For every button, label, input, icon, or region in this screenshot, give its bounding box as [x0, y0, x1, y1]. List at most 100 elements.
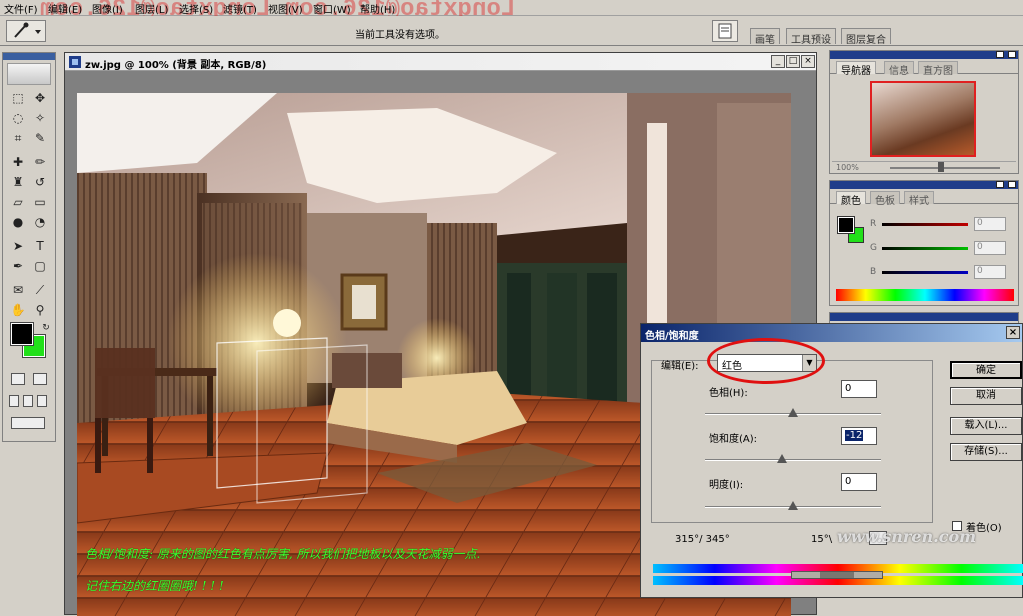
screen-mode-full-menu-button[interactable] — [23, 395, 33, 407]
layers-panel-titlebar[interactable] — [830, 313, 1018, 321]
minimize-button[interactable]: _ — [771, 55, 785, 68]
eyedropper-tool-icon[interactable]: ⟋ — [31, 281, 49, 299]
palette-well-button[interactable] — [712, 20, 738, 42]
foreground-color-swatch[interactable] — [10, 322, 34, 346]
document-titlebar[interactable]: zw.jpg @ 100% (背景 副本, RGB/8) _ □ × — [65, 53, 816, 71]
lightness-input[interactable]: 0 — [841, 473, 877, 491]
navigator-zoom-thumb[interactable] — [938, 162, 944, 172]
standard-mode-button[interactable] — [11, 373, 25, 385]
color-range-bar[interactable] — [791, 571, 883, 579]
tab-brushes[interactable]: 画笔 — [750, 28, 780, 46]
pen-icon[interactable]: ✒ — [9, 257, 27, 275]
swap-colors-icon[interactable]: ↻ — [37, 319, 55, 337]
color-range-center[interactable] — [820, 572, 854, 578]
clone-stamp-icon[interactable]: ♜ — [9, 173, 27, 191]
menu-window[interactable]: 窗口(W) — [313, 1, 351, 16]
chevron-down-icon[interactable]: ▼ — [802, 355, 816, 371]
tab-navigator[interactable]: 导航器 — [836, 61, 876, 77]
screen-mode-standard-button[interactable] — [9, 395, 19, 407]
brush-icon[interactable]: ✏ — [31, 153, 49, 171]
hue-slider[interactable] — [705, 408, 881, 417]
toolbox-titlebar — [3, 53, 55, 60]
dialog-close-button[interactable]: × — [1006, 326, 1020, 339]
red-channel-slider[interactable] — [882, 223, 968, 226]
tab-color[interactable]: 颜色 — [836, 191, 866, 207]
foreground-color-swatch[interactable] — [837, 216, 855, 234]
menu-help[interactable]: 帮助(H) — [360, 1, 395, 16]
path-select-icon[interactable]: ➤ — [9, 237, 27, 255]
screen-mode-full-button[interactable] — [37, 395, 47, 407]
tab-layer-comps[interactable]: 图层复合 — [841, 28, 891, 46]
close-button[interactable]: × — [801, 55, 815, 68]
red-channel-value[interactable]: 0 — [974, 217, 1006, 231]
lightness-slider[interactable] — [705, 501, 881, 510]
shape-icon[interactable]: ▢ — [31, 257, 49, 275]
tab-tool-presets[interactable]: 工具预设 — [786, 28, 836, 46]
green-channel-value[interactable]: 0 — [974, 241, 1006, 255]
type-icon[interactable]: T — [31, 237, 49, 255]
dialog-titlebar[interactable]: 色相/饱和度 × — [641, 324, 1022, 342]
healing-brush-icon[interactable]: ✚ — [9, 153, 27, 171]
slice-icon[interactable]: ✎ — [31, 129, 49, 147]
hue-slider-thumb[interactable] — [788, 408, 798, 417]
saturation-slider-thumb[interactable] — [777, 454, 787, 463]
lightness-slider-thumb[interactable] — [788, 501, 798, 510]
blur-icon[interactable]: ● — [9, 213, 27, 231]
zoom-icon[interactable]: ⚲ — [31, 301, 49, 319]
tab-styles[interactable]: 样式 — [904, 191, 934, 207]
color-panel-titlebar[interactable] — [830, 181, 1018, 189]
saturation-slider[interactable] — [705, 454, 881, 463]
navigator-thumbnail[interactable] — [870, 81, 976, 157]
crop-icon[interactable]: ⌗ — [9, 129, 27, 147]
color-ramp[interactable] — [836, 289, 1014, 301]
cancel-button[interactable]: 取消 — [950, 387, 1022, 405]
jump-to-imageready-button[interactable] — [11, 417, 45, 429]
green-channel-slider[interactable] — [882, 247, 968, 250]
ok-button[interactable]: 确定 — [950, 361, 1022, 379]
panel-close-button[interactable] — [1008, 51, 1016, 58]
history-brush-icon[interactable]: ↺ — [31, 173, 49, 191]
lasso-icon[interactable]: ◌ — [9, 109, 27, 127]
marquee-icon[interactable]: ⬚ — [9, 89, 27, 107]
caption-line-2: 记住右边的红圈圈哦! ! ! ! — [85, 579, 224, 593]
gradient-icon[interactable]: ▭ — [31, 193, 49, 211]
menu-bar: Longxtao@126.com Longxtao@126.com 文件(F) … — [0, 0, 1023, 23]
menu-view[interactable]: 视图(V) — [268, 1, 303, 16]
panel-minimize-button[interactable] — [996, 181, 1004, 188]
tab-swatches[interactable]: 色板 — [870, 191, 900, 207]
menu-image[interactable]: 图像(I) — [92, 1, 123, 16]
navigator-tabs: 导航器 信息 直方图 — [830, 59, 1018, 77]
menu-layer[interactable]: 图层(L) — [135, 1, 168, 16]
tab-histogram[interactable]: 直方图 — [918, 61, 958, 77]
menu-select[interactable]: 选择(S) — [179, 1, 213, 16]
hand-icon[interactable]: ✋ — [9, 301, 27, 319]
load-button[interactable]: 载入(L)... — [950, 417, 1022, 435]
notes-icon[interactable]: ✉ — [9, 281, 27, 299]
menu-edit[interactable]: 编辑(E) — [48, 1, 82, 16]
magic-wand-icon[interactable]: ✧ — [31, 109, 49, 127]
quickmask-mode-button[interactable] — [33, 373, 47, 385]
green-channel-label: G — [870, 243, 877, 253]
eraser-icon[interactable]: ▱ — [9, 193, 27, 211]
maximize-button[interactable]: □ — [786, 55, 800, 68]
menu-file[interactable]: 文件(F) — [4, 1, 38, 16]
edit-group — [651, 360, 933, 523]
dodge-icon[interactable]: ◔ — [31, 213, 49, 231]
save-button[interactable]: 存储(S)... — [950, 443, 1022, 461]
range-right-readout: 15°\ — [811, 534, 833, 545]
edit-range-select[interactable]: 红色 ▼ — [717, 354, 817, 372]
move-icon[interactable]: ✥ — [31, 89, 49, 107]
menu-filter[interactable]: 滤镜(T) — [223, 1, 257, 16]
blue-channel-value[interactable]: 0 — [974, 265, 1006, 279]
tool-preset-picker[interactable] — [6, 20, 46, 42]
feather-logo-icon[interactable] — [7, 63, 51, 85]
tab-info[interactable]: 信息 — [884, 61, 914, 77]
site-watermark: www.snren.com — [837, 527, 977, 546]
panel-minimize-button[interactable] — [996, 51, 1004, 58]
panel-close-button[interactable] — [1008, 181, 1016, 188]
saturation-input[interactable]: -12 — [841, 427, 877, 445]
blue-channel-slider[interactable] — [882, 271, 968, 274]
hue-input[interactable]: 0 — [841, 380, 877, 398]
navigator-panel-titlebar[interactable] — [830, 51, 1018, 59]
navigator-zoom-slider[interactable] — [890, 167, 1000, 169]
